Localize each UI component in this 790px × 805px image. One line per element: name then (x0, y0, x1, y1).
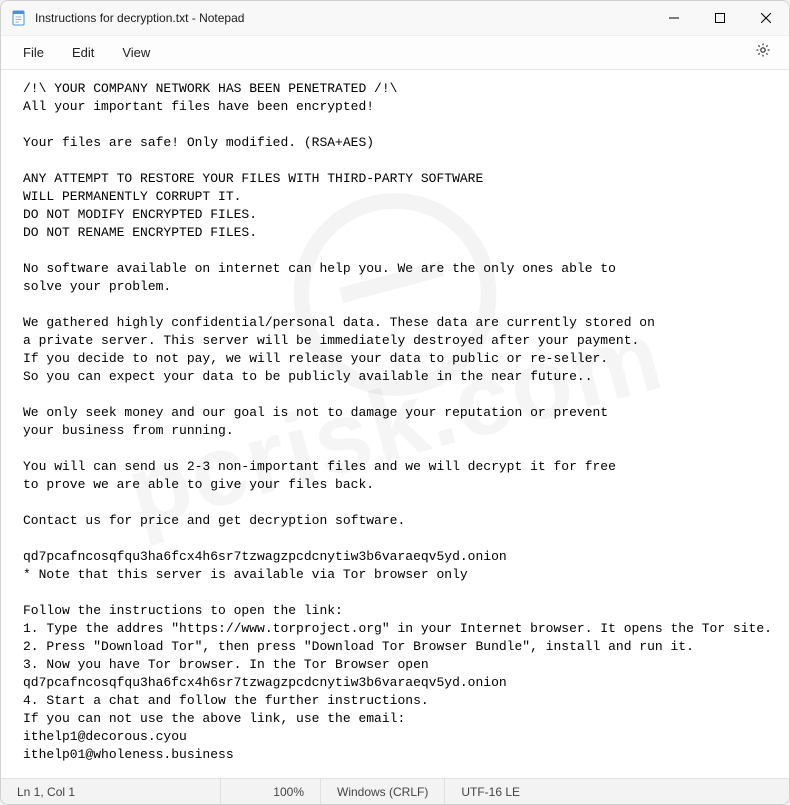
minimize-button[interactable] (651, 1, 697, 35)
document-body[interactable]: /!\ YOUR COMPANY NETWORK HAS BEEN PENETR… (1, 70, 789, 778)
status-line-ending: Windows (CRLF) (321, 779, 445, 804)
status-zoom[interactable]: 100% (221, 779, 321, 804)
settings-button[interactable] (745, 36, 781, 69)
app-window: Instructions for decryption.txt - Notepa… (0, 0, 790, 805)
window-title: Instructions for decryption.txt - Notepa… (35, 11, 651, 25)
status-encoding: UTF-16 LE (445, 779, 789, 804)
close-button[interactable] (743, 1, 789, 35)
menu-view[interactable]: View (108, 39, 164, 66)
titlebar: Instructions for decryption.txt - Notepa… (1, 1, 789, 36)
menubar: File Edit View (1, 36, 789, 70)
statusbar: Ln 1, Col 1 100% Windows (CRLF) UTF-16 L… (1, 778, 789, 804)
menu-edit[interactable]: Edit (58, 39, 108, 66)
text-editor[interactable]: pcrisk.com /!\ YOUR COMPANY NETWORK HAS … (1, 70, 789, 778)
menu-file[interactable]: File (9, 39, 58, 66)
maximize-button[interactable] (697, 1, 743, 35)
gear-icon (755, 42, 771, 63)
notepad-icon (11, 10, 27, 26)
status-cursor: Ln 1, Col 1 (1, 779, 221, 804)
window-controls (651, 1, 789, 35)
